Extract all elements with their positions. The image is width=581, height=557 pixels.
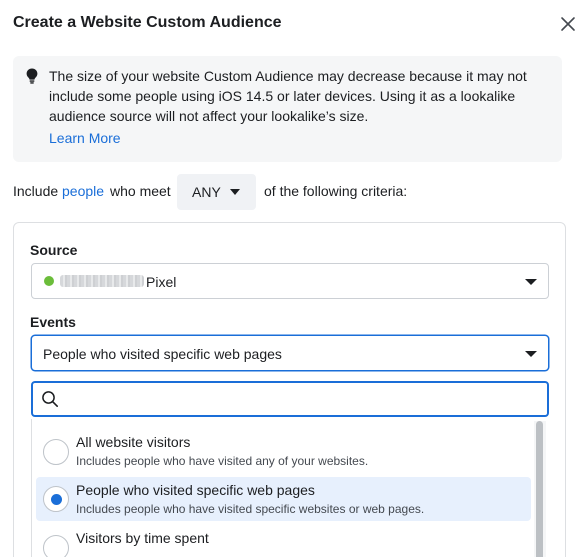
close-icon[interactable] bbox=[559, 15, 577, 33]
radio-unselected[interactable] bbox=[43, 439, 69, 465]
people-link[interactable]: people bbox=[62, 183, 104, 199]
pixel-status-dot bbox=[44, 276, 54, 286]
source-label: Source bbox=[30, 242, 78, 258]
events-label: Events bbox=[30, 314, 76, 330]
search-icon bbox=[42, 391, 58, 407]
lightbulb-icon bbox=[26, 68, 38, 84]
options-scrollbar[interactable] bbox=[534, 421, 546, 557]
chevron-down-icon bbox=[525, 351, 537, 357]
audience-rule-panel: Source Pixel Events People who visited s… bbox=[13, 222, 566, 557]
notice-text: The size of your website Custom Audience… bbox=[49, 68, 527, 124]
criteria-prefix: Include bbox=[13, 183, 59, 199]
dialog-title: Create a Website Custom Audience bbox=[13, 14, 282, 31]
learn-more-link[interactable]: Learn More bbox=[49, 130, 121, 146]
chevron-down-icon bbox=[525, 279, 537, 285]
option-title: People who visited specific web pages bbox=[76, 482, 315, 498]
radio-unselected[interactable] bbox=[43, 535, 69, 557]
source-dropdown[interactable]: Pixel bbox=[31, 263, 549, 299]
option-all-website-visitors[interactable]: All website visitors Includes people who… bbox=[36, 429, 531, 473]
match-any-dropdown[interactable]: ANY bbox=[177, 174, 256, 210]
option-description: Includes people who have visited specifi… bbox=[76, 502, 425, 516]
events-selected-value: People who visited specific web pages bbox=[43, 346, 282, 362]
ios-notice-banner: The size of your website Custom Audience… bbox=[13, 56, 562, 162]
option-specific-web-pages[interactable]: People who visited specific web pages In… bbox=[36, 477, 531, 521]
redacted-pixel-name bbox=[60, 275, 144, 287]
events-options-list: All website visitors Includes people who… bbox=[31, 419, 549, 557]
match-any-value: ANY bbox=[192, 184, 221, 200]
source-value: Pixel bbox=[146, 274, 177, 290]
criteria-row: Include people who meet ANY of the follo… bbox=[13, 174, 573, 210]
events-dropdown[interactable]: People who visited specific web pages bbox=[31, 335, 549, 371]
criteria-suffix: of the following criteria: bbox=[264, 183, 408, 199]
criteria-middle: who meet bbox=[110, 183, 171, 199]
option-description: Includes people who have visited any of … bbox=[76, 454, 369, 468]
events-search-input[interactable] bbox=[67, 387, 537, 411]
events-search-box[interactable] bbox=[31, 381, 549, 417]
option-title: All website visitors bbox=[76, 434, 191, 450]
chevron-down-icon bbox=[230, 189, 240, 195]
option-visitors-by-time-spent[interactable]: Visitors by time spent bbox=[36, 525, 531, 557]
radio-selected[interactable] bbox=[43, 486, 69, 512]
scrollbar-thumb[interactable] bbox=[536, 421, 543, 557]
option-title: Visitors by time spent bbox=[76, 530, 209, 546]
